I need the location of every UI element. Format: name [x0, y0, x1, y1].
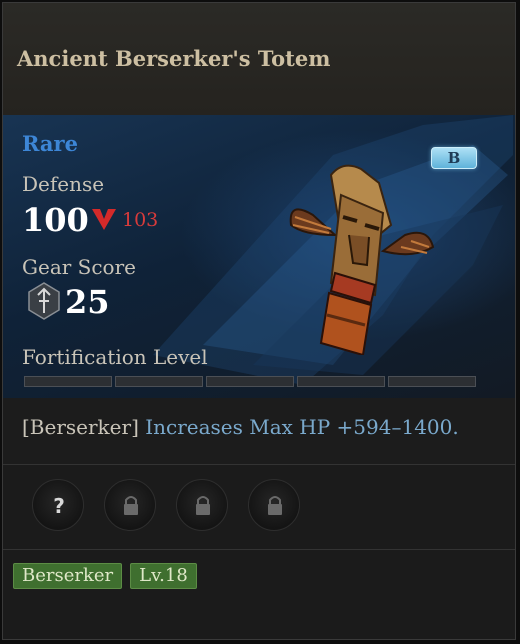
gear-score-label: Gear Score — [22, 255, 136, 279]
defense-label: Defense — [22, 172, 105, 196]
totem-item-icon — [289, 164, 435, 355]
level-tag: Lv.18 — [130, 563, 197, 589]
fortification-segment — [388, 376, 476, 387]
gear-score-icon — [28, 282, 60, 320]
rarity-label: Rare — [22, 131, 78, 156]
item-name: Ancient Berserker's Totem — [17, 46, 331, 71]
fortification-segment — [24, 376, 112, 387]
fortification-segment — [297, 376, 385, 387]
fortification-label: Fortification Level — [22, 345, 208, 369]
class-tag: Berserker — [13, 563, 123, 589]
socket-row: ? — [3, 465, 515, 550]
defense-value: 100 — [22, 201, 89, 239]
defense-compare-value: 103 — [122, 209, 159, 231]
item-effect: Increases Max HP +594–1400. — [145, 415, 459, 439]
socket-slot-3[interactable] — [176, 479, 228, 531]
requirement-tags: Berserker Lv.18 — [13, 563, 197, 589]
socket-slot-1[interactable]: ? — [32, 479, 84, 531]
fortification-segment — [206, 376, 294, 387]
item-description: [Berserker] Increases Max HP +594–1400. — [3, 398, 515, 465]
fortification-bar — [24, 376, 476, 387]
stat-decrease-icon — [92, 209, 116, 230]
fortification-segment — [115, 376, 203, 387]
class-requirement: [Berserker] — [22, 415, 139, 439]
question-icon: ? — [33, 480, 83, 530]
gear-score-value: 25 — [65, 283, 110, 321]
tooltip-header: Ancient Berserker's Totem — [3, 3, 515, 116]
item-hero-panel: Rare B Defense 100 103 Gear Score 25 For — [3, 115, 515, 398]
socket-slot-4[interactable] — [248, 479, 300, 531]
lock-icon — [177, 480, 227, 530]
lock-icon — [105, 480, 155, 530]
socket-slot-2[interactable] — [104, 479, 156, 531]
item-tooltip: Ancient Berserker's Totem Rare B Defense… — [2, 2, 516, 640]
lock-icon — [249, 480, 299, 530]
svg-text:?: ? — [53, 494, 65, 518]
